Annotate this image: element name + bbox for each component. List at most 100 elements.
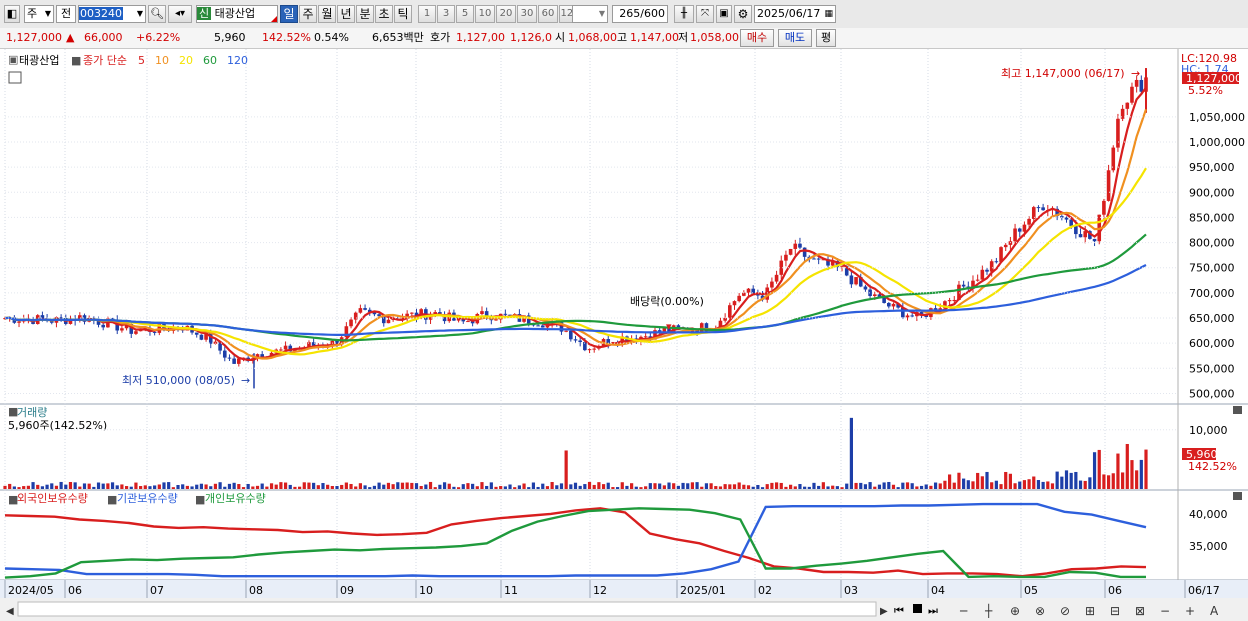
period-tab-1[interactable]: 주: [299, 5, 317, 23]
buy-button[interactable]: 매수: [740, 29, 774, 47]
volume-bar: [985, 471, 989, 489]
interval-button-10[interactable]: 10: [475, 5, 495, 23]
eval-button[interactable]: 평: [816, 29, 836, 47]
volume-bar: [845, 483, 849, 489]
time-axis-label: 2024/05: [8, 584, 54, 597]
interval-button-30[interactable]: 30: [517, 5, 537, 23]
candle-body: [812, 258, 816, 260]
high-annotation: 최고 1,147,000 (06/17): [1001, 67, 1125, 80]
volume-bar: [424, 484, 428, 489]
market-select[interactable]: 주 ▼: [24, 5, 54, 23]
line-tool-icon[interactable]: ⤧: [696, 5, 714, 23]
volume-bar: [321, 483, 325, 489]
candle-body: [283, 345, 288, 350]
panel-close-icon[interactable]: [1233, 492, 1242, 500]
time-axis-label: 02: [758, 584, 772, 597]
candle-body: [1078, 234, 1083, 238]
holding-marker-icon: ■: [195, 493, 205, 506]
candle-body: [802, 247, 807, 257]
panel-menu-icon[interactable]: [8, 71, 22, 84]
time-axis-label: 09: [340, 584, 354, 597]
volume-bar: [414, 483, 419, 489]
holding-marker-icon: ■: [107, 493, 117, 506]
volume-bar: [1046, 481, 1050, 489]
up-arrow-icon: ▲: [66, 31, 75, 44]
first-page-icon[interactable]: ⏮: [894, 604, 904, 617]
footer-tool-icon: ─: [959, 604, 968, 618]
scroll-left-icon[interactable]: ◀: [6, 606, 14, 617]
volume-bar: [31, 482, 35, 489]
stock-chart[interactable]: ▣ 태광산업 ■ 종가 단순 5 10 20 60 120 1,050,000 1,000…: [0, 49, 1248, 621]
high-price: 1,147,00: [630, 31, 679, 44]
period-tab-0[interactable]: 일: [280, 5, 298, 23]
trade-volume: 5,960: [214, 31, 246, 44]
volume-bar: [475, 486, 479, 489]
scrollbar-track[interactable]: [17, 601, 877, 617]
period-tab-6[interactable]: 틱: [394, 5, 412, 23]
stock-code-input[interactable]: 003240 ▼: [78, 5, 146, 23]
price-axis-label: 700,000: [1189, 287, 1235, 300]
volume-bar: [854, 482, 858, 489]
candle-body: [1027, 218, 1031, 225]
volume-bar: [78, 486, 82, 489]
stock-name-field[interactable]: 신 태광산업: [196, 5, 278, 23]
count-field[interactable]: 265/600: [612, 5, 668, 23]
last-page-icon[interactable]: ⏭: [928, 604, 938, 617]
volume-bar: [601, 484, 606, 489]
volume-bar: [12, 486, 16, 489]
ma-period-10: 10: [155, 54, 169, 67]
volume-bar: [1060, 476, 1064, 489]
candle-body: [849, 275, 854, 285]
volume-bar: [583, 484, 587, 489]
date-field[interactable]: 2025/06/17 ▦: [754, 5, 836, 23]
volume-bar: [732, 484, 737, 489]
volume-bar: [1135, 470, 1139, 489]
market-scope-select[interactable]: 전: [56, 5, 76, 23]
interval-button-60[interactable]: 60: [538, 5, 558, 23]
volume-bar: [45, 484, 49, 489]
volume-bar: [129, 486, 133, 489]
right-arrow-icon: →: [1131, 67, 1140, 80]
interval-button-1[interactable]: 1: [418, 5, 436, 23]
volume-bar: [139, 486, 143, 489]
volume-bar: [564, 450, 568, 489]
volume-bar: [1097, 449, 1101, 489]
chart-type-icon[interactable]: ◧: [4, 5, 20, 23]
volume-bar: [456, 487, 461, 489]
candle-body: [1041, 207, 1045, 211]
search-icon[interactable]: 🔍︎: [148, 5, 166, 23]
scroll-right-icon[interactable]: ▶: [880, 606, 888, 617]
period-tab-2[interactable]: 월: [318, 5, 336, 23]
volume-bar: [615, 487, 620, 489]
volume-bar: [185, 485, 189, 489]
count-value: 265: [619, 7, 641, 20]
candle-body: [494, 319, 498, 321]
unit-select[interactable]: ▼: [572, 5, 608, 23]
candle-body: [503, 313, 508, 315]
volume-bar: [849, 417, 853, 489]
gear-icon[interactable]: ⚙: [734, 5, 752, 23]
save-icon[interactable]: ▣: [716, 5, 732, 23]
speaker-icon[interactable]: ◂▾: [168, 5, 192, 23]
volume-bar: [489, 482, 493, 489]
volume-bar: [938, 483, 942, 489]
volume-bar: [639, 487, 643, 489]
interval-button-5[interactable]: 5: [456, 5, 474, 23]
time-axis-label: 04: [931, 584, 945, 597]
stop-icon[interactable]: [913, 604, 922, 613]
volume-bar: [50, 483, 54, 489]
period-tab-4[interactable]: 분: [356, 5, 374, 23]
ask-price: 1,127,00: [456, 31, 505, 44]
period-tab-5[interactable]: 초: [375, 5, 393, 23]
interval-button-3[interactable]: 3: [437, 5, 455, 23]
candle-style-icon[interactable]: ╫: [674, 5, 694, 23]
panel-close-icon[interactable]: [1233, 406, 1242, 414]
sell-button[interactable]: 매도: [778, 29, 812, 47]
volume-bar: [1032, 476, 1036, 489]
period-tab-3[interactable]: 년: [337, 5, 355, 23]
volume-bar: [812, 482, 816, 489]
volume-bar: [499, 486, 503, 489]
interval-button-20[interactable]: 20: [496, 5, 516, 23]
chevron-down-icon: ▼: [136, 9, 143, 18]
low-label: 저: [678, 31, 689, 44]
